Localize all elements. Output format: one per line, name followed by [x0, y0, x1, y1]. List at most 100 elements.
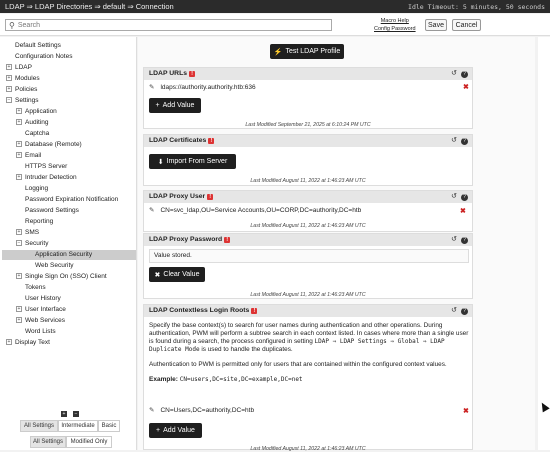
add-value-button[interactable]: + Add Value [149, 423, 202, 438]
value-stored-box: Value stored. [149, 249, 469, 263]
cancel-button[interactable]: Cancel [452, 19, 481, 31]
reset-icon[interactable]: ↺ [450, 69, 458, 77]
sidebar-item[interactable]: Default Settings [6, 41, 61, 51]
expand-all-icon[interactable]: + [61, 411, 67, 417]
value-row: ✎ CN=Users,DC=authority,DC=htb [149, 406, 254, 416]
sidebar-item[interactable]: + Application [16, 107, 57, 117]
edit-icon[interactable]: ✎ [149, 207, 154, 214]
filter-basic[interactable]: Basic [98, 420, 120, 432]
expand-icon[interactable]: + [16, 119, 22, 126]
sidebar-item[interactable]: + Database (Remote) [16, 140, 82, 150]
filter-all-modified[interactable]: All Settings [30, 436, 66, 448]
delete-icon[interactable]: ✖ [463, 407, 469, 415]
sidebar-item[interactable]: + Intruder Detection [16, 173, 77, 183]
save-button[interactable]: Save [425, 19, 447, 31]
expand-icon[interactable]: + [16, 306, 22, 313]
sidebar-item[interactable]: − Security [16, 239, 48, 249]
scrollbar[interactable] [538, 37, 550, 450]
sidebar-item[interactable]: + Modules [6, 74, 40, 84]
collapse-all-icon[interactable]: − [73, 411, 79, 417]
reset-icon[interactable]: ↺ [450, 235, 458, 243]
expand-icon[interactable]: + [16, 108, 22, 115]
sidebar-item[interactable]: Captcha [16, 129, 49, 139]
sidebar-item-label: Email [25, 152, 42, 159]
sidebar-item[interactable]: User History [16, 294, 61, 304]
expand-icon[interactable]: + [16, 273, 22, 280]
reset-icon[interactable]: ↺ [450, 192, 458, 200]
expand-icon[interactable]: + [16, 317, 22, 324]
sidebar-item[interactable]: − Settings [6, 96, 39, 106]
filter-all-settings[interactable]: All Settings [20, 420, 58, 432]
expand-icon[interactable]: + [6, 75, 12, 82]
expand-icon[interactable]: + [6, 64, 12, 71]
sidebar-item-label: Security [25, 240, 49, 247]
sidebar-item[interactable]: HTTPS Server [16, 162, 67, 172]
expand-icon[interactable]: + [6, 86, 12, 93]
macro-help-link[interactable]: Macro Help [374, 17, 416, 25]
sidebar-item-label: Settings [15, 97, 39, 104]
warning-icon: ! [189, 71, 196, 77]
auth-note: Authentication to PWM is permitted only … [149, 361, 447, 368]
sidebar-item[interactable]: Web Security [26, 261, 74, 271]
last-modified: Last Modified August 11, 2022 at 1:46:23… [250, 178, 366, 184]
sidebar-item[interactable]: + Auditing [16, 118, 49, 128]
sidebar-item-label: Intruder Detection [25, 174, 77, 181]
expand-icon[interactable]: + [6, 339, 12, 346]
sidebar-item-label: Modules [15, 75, 40, 82]
plus-icon: + [155, 102, 160, 109]
sidebar-item[interactable]: Logging [16, 184, 48, 194]
sidebar-item[interactable]: + Policies [6, 85, 37, 95]
sidebar-item[interactable]: + Email [16, 151, 41, 161]
edit-icon[interactable]: ✎ [149, 407, 154, 414]
sidebar-item[interactable]: + SMS [16, 228, 39, 238]
help-icon[interactable]: ? [461, 138, 468, 145]
expand-icon[interactable]: + [16, 229, 22, 236]
clear-value-button[interactable]: ✖ Clear Value [149, 267, 205, 282]
edit-icon[interactable]: ✎ [149, 84, 154, 91]
sidebar-item[interactable]: + Web Services [16, 316, 65, 326]
sidebar-item-label: Password Settings [25, 207, 79, 214]
help-icon[interactable]: ? [461, 308, 468, 315]
sidebar-item[interactable]: Password Expiration Notification [16, 195, 118, 205]
expand-icon[interactable]: + [16, 141, 22, 148]
test-ldap-profile-label: Test LDAP Profile [285, 48, 341, 55]
sidebar-item[interactable]: + Single Sign On (SSO) Client [16, 272, 107, 282]
filter-modified-only[interactable]: Modified Only [66, 436, 112, 448]
value-text: CN=Users,DC=authority,DC=htb [160, 407, 255, 414]
sidebar-item[interactable]: + Display Text [6, 338, 50, 348]
delete-icon[interactable]: ✖ [463, 83, 469, 91]
sidebar-item[interactable]: Application Security [2, 250, 136, 260]
help-icon[interactable]: ? [461, 71, 468, 78]
sidebar-item[interactable]: Password Settings [16, 206, 79, 216]
sidebar-item-label: Database (Remote) [25, 141, 82, 148]
sidebar-item[interactable]: Reporting [16, 217, 53, 227]
test-ldap-profile-button[interactable]: ⚡ Test LDAP Profile [270, 44, 344, 59]
search-input[interactable]: ⚲ Search [5, 19, 332, 31]
section-ldap-certificates: LDAP Certificates! ↺? ⬇ Import From Serve… [143, 134, 473, 186]
expand-icon[interactable]: + [16, 174, 22, 181]
section-icons: ↺? [450, 235, 468, 244]
help-icon[interactable]: ? [461, 194, 468, 201]
sidebar-item[interactable]: Tokens [16, 283, 46, 293]
sidebar-item[interactable]: Configuration Notes [6, 52, 72, 62]
section-ldap-contextless-login-roots: LDAP Contextless Login Roots! ↺? Specify… [143, 304, 473, 452]
help-icon[interactable]: ? [461, 237, 468, 244]
description-end: is used to handle the duplicates. [199, 346, 293, 353]
sidebar-item[interactable]: Word Lists [16, 327, 56, 337]
sidebar-item[interactable]: + User Interface [16, 305, 66, 315]
section-title: LDAP Contextless Login Roots! [144, 305, 472, 317]
example-label: Example: [149, 376, 178, 383]
section-icons: ↺? [450, 136, 468, 145]
sidebar-item[interactable]: + LDAP [6, 63, 32, 73]
expand-icon[interactable]: + [16, 152, 22, 159]
filter-intermediate[interactable]: Intermediate [58, 420, 98, 432]
add-value-label: Add Value [163, 427, 195, 434]
add-value-button[interactable]: + Add Value [149, 98, 201, 113]
collapse-icon[interactable]: − [16, 240, 22, 247]
delete-icon[interactable]: ✖ [460, 207, 466, 215]
import-from-server-button[interactable]: ⬇ Import From Server [149, 154, 236, 169]
reset-icon[interactable]: ↺ [450, 306, 458, 314]
reset-icon[interactable]: ↺ [450, 136, 458, 144]
collapse-icon[interactable]: − [6, 97, 12, 104]
config-password-link[interactable]: Config Password [374, 25, 416, 33]
